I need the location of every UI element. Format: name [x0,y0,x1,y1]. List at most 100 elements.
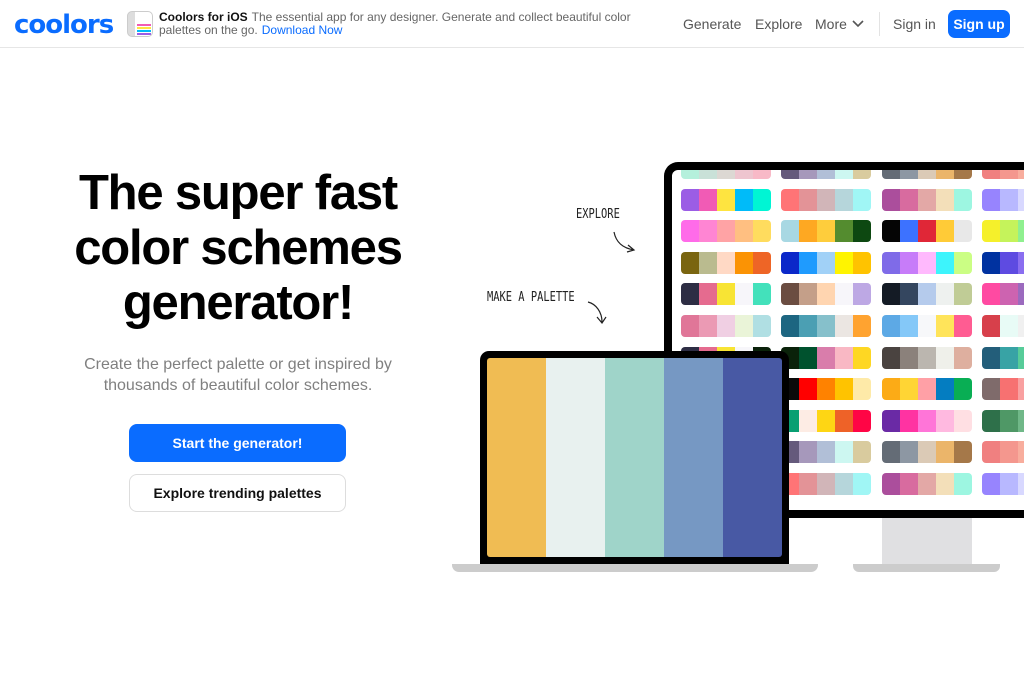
palette-card [882,473,972,495]
sign-up-button[interactable]: Sign up [948,10,1010,38]
palette-swatch [853,315,871,337]
palette-swatch [982,378,1000,401]
palette-swatch [799,283,817,306]
palette-swatch [1018,473,1024,495]
palette-swatch [799,251,817,274]
palette-swatch [1000,283,1018,306]
palette-swatch [799,409,817,432]
palette-card [681,315,771,337]
coolors-logo[interactable]: coolors [14,10,114,40]
top-nav: coolors Coolors for iOS The essential app… [0,0,1024,48]
palette-card [982,220,1024,243]
palette-swatch [982,409,1000,432]
palette-swatch [936,220,954,243]
palette-swatch [853,251,871,274]
palette-swatch [853,346,871,369]
laptop-palette [487,358,782,557]
palette-swatch [735,251,753,274]
hero-title-line: The super fast [78,166,398,220]
palette-swatch [781,188,799,211]
palette-card [982,315,1024,337]
palette-swatch [936,378,954,401]
start-generator-button[interactable]: Start the generator! [129,424,346,462]
palette-card [781,220,871,243]
palette-swatch [835,283,853,306]
sign-in-link[interactable]: Sign in [893,16,936,32]
palette-swatch [699,315,717,337]
palette-swatch [936,188,954,211]
palette-swatch [1018,170,1024,179]
palette-swatch [882,170,900,179]
palette-swatch [605,358,664,557]
ios-app-icon[interactable] [127,11,153,37]
palette-swatch [753,283,771,306]
palette-card [681,188,771,211]
download-now-link[interactable]: Download Now [262,23,343,37]
palette-swatch [853,409,871,432]
laptop-base [452,564,818,572]
palette-swatch [954,315,972,337]
palette-swatch [799,473,817,495]
palette-swatch [835,188,853,211]
palette-swatch [681,170,699,179]
palette-swatch [882,188,900,211]
palette-swatch [853,188,871,211]
palette-swatch [900,188,918,211]
explore-trending-button[interactable]: Explore trending palettes [129,474,346,512]
palette-swatch [753,315,771,337]
palette-card [681,220,771,243]
palette-swatch [699,188,717,211]
palette-swatch [799,188,817,211]
nav-explore[interactable]: Explore [755,16,802,32]
palette-swatch [817,170,835,179]
palette-swatch [853,220,871,243]
palette-swatch [817,346,835,369]
palette-swatch [900,315,918,337]
chevron-down-icon [852,20,864,28]
palette-swatch [982,283,1000,306]
palette-card [882,378,972,401]
palette-swatch [699,220,717,243]
nav-more[interactable]: More [815,16,847,32]
palette-swatch [835,170,853,179]
palette-swatch [835,441,853,464]
palette-swatch [900,378,918,401]
palette-swatch [918,378,936,401]
palette-swatch [799,170,817,179]
palette-swatch [681,220,699,243]
palette-swatch [954,188,972,211]
palette-swatch [900,346,918,369]
palette-card [882,170,972,179]
palette-swatch [853,441,871,464]
palette-swatch [936,283,954,306]
palette-swatch [1000,315,1018,337]
palette-swatch [546,358,605,557]
palette-swatch [735,283,753,306]
palette-card [882,441,972,464]
palette-swatch [735,188,753,211]
nav-generate[interactable]: Generate [683,16,741,32]
palette-card [982,251,1024,274]
palette-swatch [1000,473,1018,495]
palette-swatch [853,378,871,401]
palette-swatch [835,346,853,369]
ios-promo: Coolors for iOS The essential app for any… [159,11,659,37]
palette-swatch [900,409,918,432]
palette-card [781,441,871,464]
palette-swatch [681,315,699,337]
palette-card [781,473,871,495]
palette-swatch [918,251,936,274]
palette-swatch [882,315,900,337]
palette-swatch [817,315,835,337]
palette-swatch [681,251,699,274]
palette-swatch [882,409,900,432]
palette-swatch [817,220,835,243]
palette-swatch [835,473,853,495]
palette-swatch [954,441,972,464]
palette-swatch [900,473,918,495]
palette-swatch [853,473,871,495]
palette-swatch [735,170,753,179]
palette-swatch [835,378,853,401]
palette-swatch [1000,188,1018,211]
palette-swatch [918,283,936,306]
